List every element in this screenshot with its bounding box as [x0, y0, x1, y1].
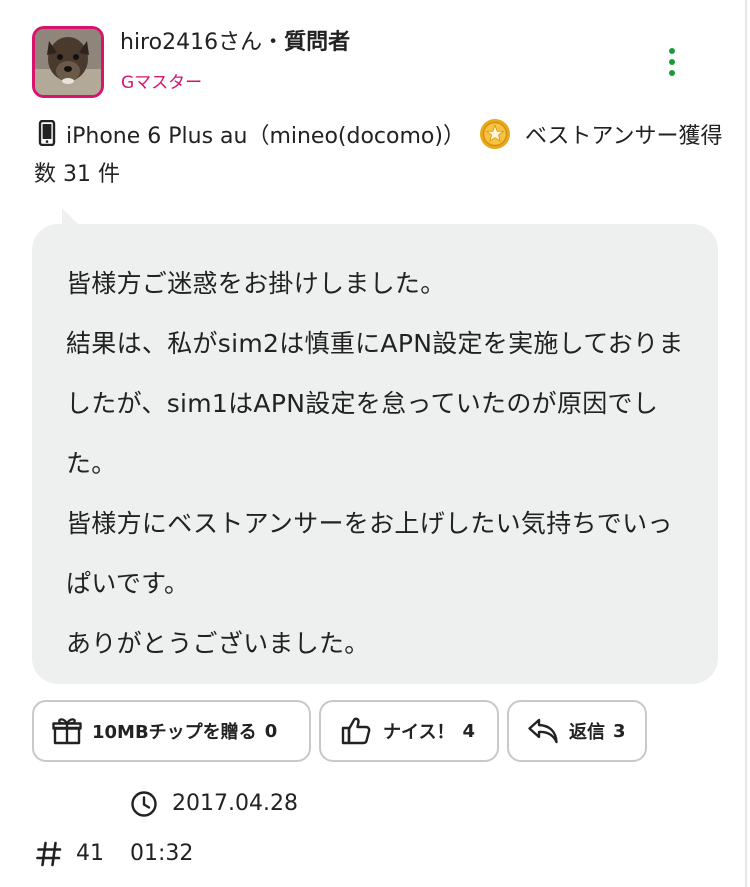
vertical-dots-icon: [669, 48, 675, 54]
gift-icon: [52, 718, 82, 745]
answer-card: hiro2416さん・質問者 Gマスター iPhone 6 Plus au（mi…: [0, 0, 747, 887]
author-name-text[interactable]: hiro2416さん: [120, 30, 262, 55]
more-options-button[interactable]: [658, 44, 686, 80]
reply-arrow-icon: [528, 718, 558, 744]
vertical-dots-icon-dot-3: [669, 70, 675, 76]
send-tip-label: 10MBチップを贈る: [92, 722, 257, 743]
hash-icon: [36, 841, 62, 867]
nice-count: 4: [462, 720, 475, 742]
message-paragraph-2: 結果は、私がsim2は慎重にAPN設定を実施しておりましたが、sim1はAPN設…: [66, 329, 684, 478]
post-date-row: 2017.04.28: [130, 788, 298, 820]
message-paragraph-3: 皆様方にベストアンサーをお上げしたい気持ちでいっぱいです。: [66, 509, 673, 598]
author-separator: ・: [262, 30, 285, 55]
send-tip-count: 0: [264, 720, 278, 742]
vertical-dots-icon-dot-2: [669, 59, 675, 65]
post-time: 01:32: [130, 841, 194, 866]
post-meta-row: 41 01:32: [36, 838, 193, 870]
nice-label: ナイス！: [383, 722, 455, 743]
author-info-line: iPhone 6 Plus au（mineo(docomo)） ベストアンサー獲…: [34, 118, 724, 194]
nice-button[interactable]: ナイス！ 4: [319, 700, 499, 762]
author-name[interactable]: hiro2416さん・質問者: [120, 28, 350, 58]
device-model: iPhone 6 Plus au（mineo(docomo)）: [66, 124, 465, 149]
dog-photo-avatar: [35, 29, 101, 95]
post-number: 41: [76, 841, 104, 866]
author-role-badge: 質問者: [284, 30, 351, 55]
smartphone-icon: [38, 120, 56, 146]
reply-label: 返信: [569, 722, 605, 743]
author-rank[interactable]: Gマスター: [121, 71, 202, 95]
answer-message-bubble: 皆様方ご迷惑をお掛けしました。 結果は、私がsim2は慎重にAPN設定を実施して…: [32, 224, 718, 684]
reply-button[interactable]: 返信 3: [507, 700, 647, 762]
send-tip-button[interactable]: 10MBチップを贈る 0: [32, 700, 311, 762]
message-paragraph-1: 皆様方ご迷惑をお掛けしました。: [66, 269, 446, 298]
gold-medal-icon: [479, 119, 510, 149]
user-avatar[interactable]: [32, 26, 104, 98]
clock-icon: [131, 791, 157, 817]
post-date: 2017.04.28: [172, 791, 298, 816]
message-paragraph-4: ありがとうございました。: [66, 629, 370, 658]
reply-count: 3: [613, 720, 626, 742]
thumbs-up-icon: [341, 717, 371, 745]
